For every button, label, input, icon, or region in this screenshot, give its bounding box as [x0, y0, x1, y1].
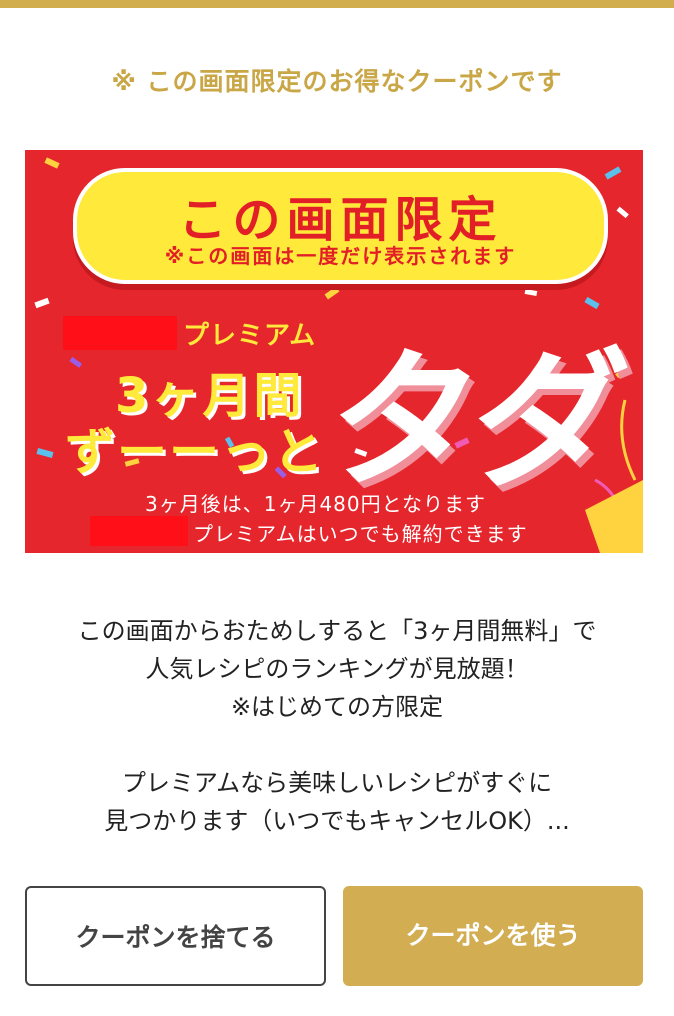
- cancel-note: プレミアムはいつでも解約できます: [193, 522, 528, 546]
- redacted-block: [90, 516, 188, 546]
- description-line: この画面からおためしすると「3ヶ月間無料」で: [77, 617, 597, 645]
- use-coupon-button[interactable]: クーポンを使う: [343, 886, 643, 986]
- description-line: 人気レシピのランキングが見放題！: [145, 655, 529, 683]
- description-line: 見つかります（いつでもキャンセルOK）...: [104, 807, 570, 835]
- bubble-subtitle: ※この画面は一度だけ表示されます: [164, 244, 517, 268]
- tada-label: タダ: [316, 335, 630, 509]
- redacted-block: [63, 316, 177, 350]
- price-after-note: 3ヶ月後は、1ヶ月480円となります: [145, 492, 487, 516]
- zutto-label: ずーーっと: [65, 423, 325, 481]
- description-line: ※はじめての方限定: [230, 693, 444, 721]
- premium-label: プレミアム: [183, 321, 317, 351]
- promo-banner: この画面限定 ※この画面は一度だけ表示されます プレミアム 3ヶ月間 ずーーっと…: [25, 150, 643, 553]
- coupon-description: この画面からおためしすると「3ヶ月間無料」で 人気レシピのランキングが見放題！ …: [0, 612, 674, 840]
- discard-coupon-button[interactable]: クーポンを捨てる: [25, 886, 326, 986]
- top-accent-bar: [0, 0, 674, 8]
- description-line: プレミアムなら美味しいレシピがすぐに: [121, 769, 553, 797]
- limited-offer-bubble: この画面限定 ※この画面は一度だけ表示されます: [73, 168, 608, 284]
- coupon-notice: ※ この画面限定のお得なクーポンです: [111, 67, 563, 96]
